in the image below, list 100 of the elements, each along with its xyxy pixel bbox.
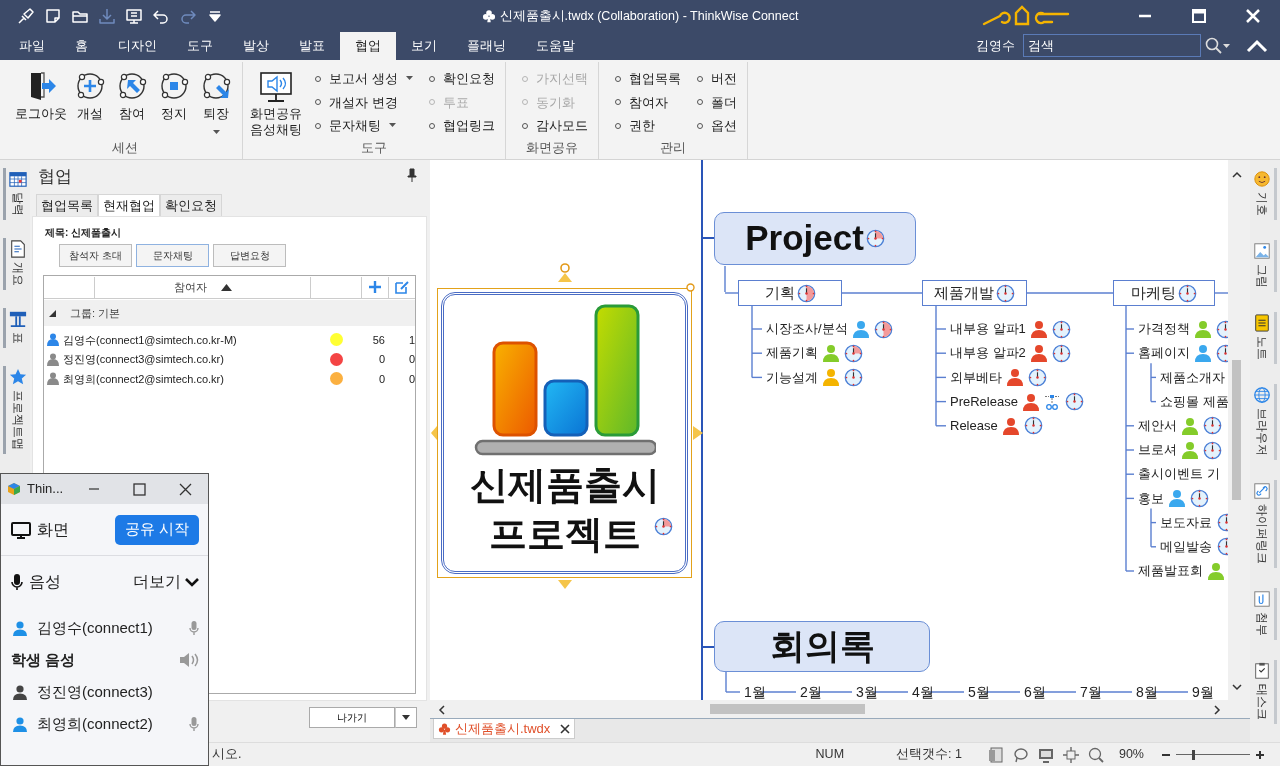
topic-label[interactable]: 보도자료 <box>1160 512 1212 533</box>
action-button[interactable]: 문자채팅 <box>136 244 209 267</box>
menu-tab[interactable]: 협업 <box>340 32 396 60</box>
topic-label[interactable]: 내부용 알파2 <box>950 343 1026 363</box>
topic-label[interactable]: 9월 <box>1192 682 1214 700</box>
ribbon-button[interactable]: 감사모드 <box>517 114 592 138</box>
ribbon-button[interactable]: 권한 <box>610 114 685 138</box>
panel-tab[interactable]: 협업목록 <box>36 193 98 216</box>
scrollbar-thumb[interactable] <box>1232 359 1241 500</box>
topic-label[interactable]: 4월 <box>912 682 934 700</box>
ribbon-button[interactable]: 폴더 <box>692 90 741 114</box>
dropdown-button[interactable] <box>395 707 417 728</box>
ribbon-button[interactable]: 확인요청 <box>424 67 499 91</box>
lasso-icon[interactable] <box>1012 746 1029 763</box>
side-tab[interactable]: 첨부 <box>1253 588 1277 640</box>
topic-label[interactable]: 6월 <box>1024 682 1046 700</box>
topic-label[interactable]: 홈페이지 <box>1138 343 1190 363</box>
brush-icon[interactable] <box>16 6 36 26</box>
topic-label[interactable]: 제품기획 <box>766 343 818 363</box>
side-tab[interactable]: 하이퍼링크 <box>1253 480 1277 568</box>
side-tab[interactable]: 개요 <box>3 238 27 290</box>
ribbon-button[interactable]: 참여 <box>112 62 152 122</box>
topic-label[interactable]: 홍보 <box>1138 488 1164 509</box>
scrollbar-thumb[interactable] <box>710 704 865 714</box>
ribbon-button[interactable]: 버전 <box>692 67 741 91</box>
ribbon-button[interactable]: 보고서 생성 <box>311 67 417 91</box>
topic-label[interactable]: 제안서 <box>1138 416 1177 436</box>
menu-tab[interactable]: 디자인 <box>103 32 172 60</box>
side-tab[interactable]: 표 <box>3 308 27 348</box>
ribbon-button[interactable]: 퇴장 <box>196 62 236 139</box>
topic-label[interactable]: 출시이벤트 기 <box>1138 464 1220 484</box>
ribbon-button[interactable]: 문자채팅 <box>311 114 417 138</box>
presentation-icon[interactable] <box>124 6 144 26</box>
menu-tab[interactable]: 도움말 <box>521 32 590 60</box>
note-icon[interactable] <box>43 6 63 26</box>
document-tab[interactable]: 신제품출시.twdx <box>433 719 576 739</box>
resize-handle[interactable] <box>693 426 703 440</box>
exit-button[interactable]: 나가기 <box>309 707 395 728</box>
side-tab[interactable]: 달력 <box>3 168 27 220</box>
topic-node[interactable]: 기획 <box>738 280 842 306</box>
topic-label[interactable]: 제품소개자 <box>1160 367 1225 388</box>
ribbon-button[interactable]: 개설 <box>70 62 110 122</box>
topic-node[interactable]: 회의록 <box>714 621 930 672</box>
ribbon-button[interactable]: 옵션 <box>692 114 741 138</box>
zoom-reset-icon[interactable] <box>1087 746 1104 763</box>
menu-tab[interactable]: 플래닝 <box>452 32 521 60</box>
menu-tab[interactable]: 파일 <box>4 32 60 60</box>
side-tab[interactable]: 브라우저 <box>1253 384 1277 460</box>
topic-label[interactable]: 8월 <box>1136 682 1158 700</box>
menu-tab[interactable]: 홈 <box>60 32 103 60</box>
topic-label[interactable]: 제품발표회 <box>1138 561 1203 581</box>
menu-tab[interactable]: 도구 <box>172 32 228 60</box>
side-tab[interactable]: 노트 <box>1253 312 1277 364</box>
slider-thumb[interactable] <box>1192 749 1196 760</box>
topic-label[interactable]: PreRelease <box>950 391 1018 412</box>
side-tab[interactable]: 기호 <box>1253 168 1277 220</box>
menu-tab[interactable]: 보기 <box>396 32 452 60</box>
action-button[interactable]: 답변요청 <box>213 244 286 267</box>
side-tab[interactable]: 프로젝트맵 <box>3 366 27 454</box>
topic-label[interactable]: 기능설계 <box>766 367 818 388</box>
topic-node[interactable]: Project <box>714 212 916 265</box>
topic-label[interactable]: 5월 <box>968 682 990 700</box>
topic-label[interactable]: 쇼핑몰 제품 <box>1160 391 1228 412</box>
topic-label[interactable]: 2월 <box>800 682 822 700</box>
search-field[interactable]: 검색 <box>1023 33 1201 57</box>
topic-label[interactable]: 가격정책 <box>1138 319 1190 339</box>
side-tab[interactable]: 태스크 <box>1253 660 1277 724</box>
panel-tab[interactable]: 확인요청 <box>160 193 222 216</box>
ribbon-button[interactable]: 참여자 <box>610 90 685 114</box>
side-tab[interactable]: 그림 <box>1253 240 1277 292</box>
topic-label[interactable]: 브로셔 <box>1138 440 1177 460</box>
ribbon-button[interactable]: 정지 <box>154 62 194 122</box>
topic-label[interactable]: 시장조사/분석 <box>766 319 848 339</box>
resize-handle[interactable] <box>558 580 572 590</box>
screen-icon[interactable] <box>1037 746 1054 763</box>
topic-label[interactable]: 내부용 알파1 <box>950 319 1026 339</box>
topic-label[interactable]: 메일발송 <box>1160 537 1212 557</box>
menu-tab[interactable]: 발표 <box>284 32 340 60</box>
ribbon-button[interactable]: 로그아웃 <box>14 62 68 122</box>
ribbon-button[interactable]: 화면공유 음성채팅 <box>249 62 303 138</box>
topic-label[interactable]: 7월 <box>1080 682 1102 700</box>
resize-handle[interactable] <box>558 273 572 283</box>
group-header[interactable]: 그룹: 기본 <box>44 300 415 326</box>
share-button[interactable]: 공유 시작 <box>114 514 199 545</box>
topic-label[interactable]: 3월 <box>856 682 878 700</box>
zoom-slider[interactable] <box>1176 749 1250 760</box>
action-button[interactable]: 참석자 초대 <box>59 244 132 267</box>
menu-tab[interactable]: 발상 <box>228 32 284 60</box>
topic-node[interactable]: 제품개발 <box>922 280 1027 306</box>
ribbon-button[interactable]: 협업링크 <box>424 114 499 138</box>
topic-label[interactable]: 외부베타 <box>950 367 1002 388</box>
topic-label[interactable]: Release <box>950 416 998 436</box>
rotate-handle[interactable] <box>560 263 570 273</box>
topic-label[interactable]: 1월 <box>744 682 766 700</box>
fit-icon[interactable] <box>1062 746 1079 763</box>
resize-handle[interactable] <box>686 283 695 292</box>
ribbon-button[interactable]: 개설자 변경 <box>311 90 417 114</box>
panel-tab[interactable]: 현재협업 <box>98 193 160 216</box>
ribbon-button[interactable]: 협업목록 <box>610 67 685 91</box>
column-header[interactable]: 참여자 <box>94 276 311 298</box>
